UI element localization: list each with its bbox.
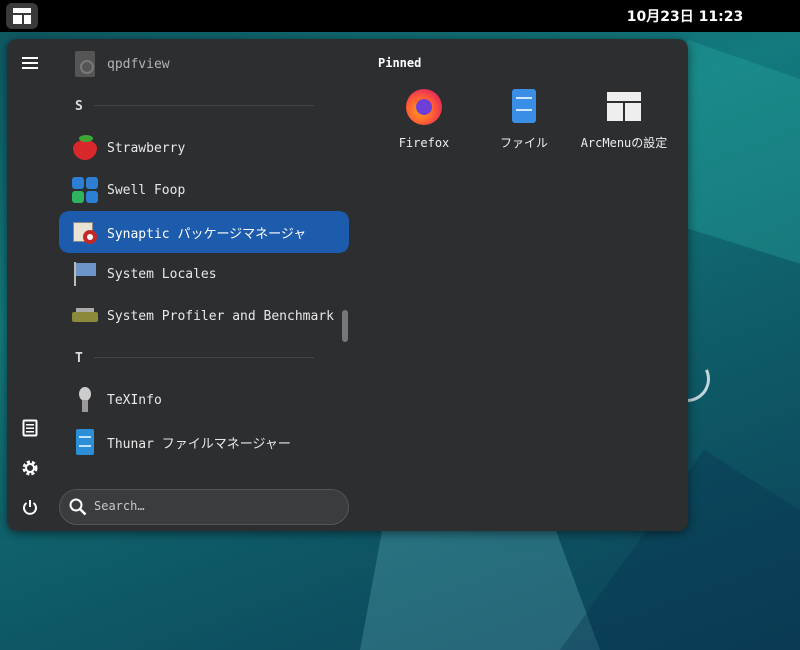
texinfo-icon [71,386,99,414]
app-item-thunar[interactable]: Thunar ファイルマネージャー [59,421,349,463]
app-item-strawberry[interactable]: Strawberry [59,127,349,169]
fade-overlay [71,467,351,479]
documents-button[interactable] [17,415,43,441]
clock[interactable]: 10月23日 11:23 [600,6,770,26]
power-button[interactable] [17,494,43,520]
search-icon [69,498,87,516]
pinned-item-firefox[interactable]: Firefox [376,87,472,152]
files-icon [504,87,544,127]
section-header-s: S [75,99,83,114]
app-item-label: System Locales [107,266,217,282]
app-item-label: Swell Foop [107,182,186,198]
pdf-viewer-icon [71,50,99,78]
app-item-synaptic[interactable]: Synaptic パッケージマネージャ [59,211,349,253]
app-item-swell-foop[interactable]: Swell Foop [59,169,349,211]
pinned-item-arcmenu-settings[interactable]: ArcMenuの設定 [576,87,672,152]
wallpaper-facet [360,520,600,650]
app-item-system-locales[interactable]: System Locales [59,253,349,295]
gear-icon [22,460,38,476]
document-icon [22,419,38,437]
section-divider [94,357,314,358]
arcmenu-button[interactable] [6,3,38,29]
pinned-item-label: Firefox [398,136,450,150]
pinned-item-label: ArcMenuの設定 [580,136,668,150]
app-menu-panel: qpdfview S Strawberry Swell Foop Synapti… [7,39,688,531]
section-header-t: T [75,351,83,366]
thunar-icon [71,428,99,456]
app-list-scrollbar[interactable] [342,310,348,342]
app-list[interactable]: qpdfview S Strawberry Swell Foop Synapti… [59,39,351,479]
hamburger-icon [22,57,38,69]
app-item-label: Thunar ファイルマネージャー [107,436,291,452]
top-bar: 10月23日 11:23 [0,0,800,32]
app-item-system-profiler[interactable]: System Profiler and Benchmark [59,295,349,337]
app-item-label: TeXInfo [107,392,162,408]
section-divider [94,105,314,106]
app-item-label: Synaptic パッケージマネージャ [107,226,307,242]
app-item-texinfo[interactable]: TeXInfo [59,379,349,421]
swell-foop-icon [71,176,99,204]
power-icon [23,500,37,515]
app-item-label: Strawberry [107,140,186,156]
app-item-label: System Profiler and Benchmark [107,308,334,324]
arcmenu-layout-icon [13,8,31,24]
firefox-icon [404,87,444,127]
pinned-item-files[interactable]: ファイル [476,87,572,152]
pinned-item-label: ファイル [499,136,548,150]
profiler-icon [71,302,99,330]
app-item-qpdfview[interactable]: qpdfview [59,43,349,85]
locales-icon [71,260,99,288]
synaptic-icon [71,218,99,246]
hamburger-button[interactable] [17,50,43,76]
search-input[interactable]: Search… [59,489,349,525]
search-placeholder: Search… [94,499,145,513]
strawberry-icon [71,134,99,162]
app-item-label: qpdfview [107,56,170,72]
pinned-heading: Pinned [378,56,422,70]
arcmenu-settings-icon [604,87,644,127]
settings-button[interactable] [17,455,43,481]
